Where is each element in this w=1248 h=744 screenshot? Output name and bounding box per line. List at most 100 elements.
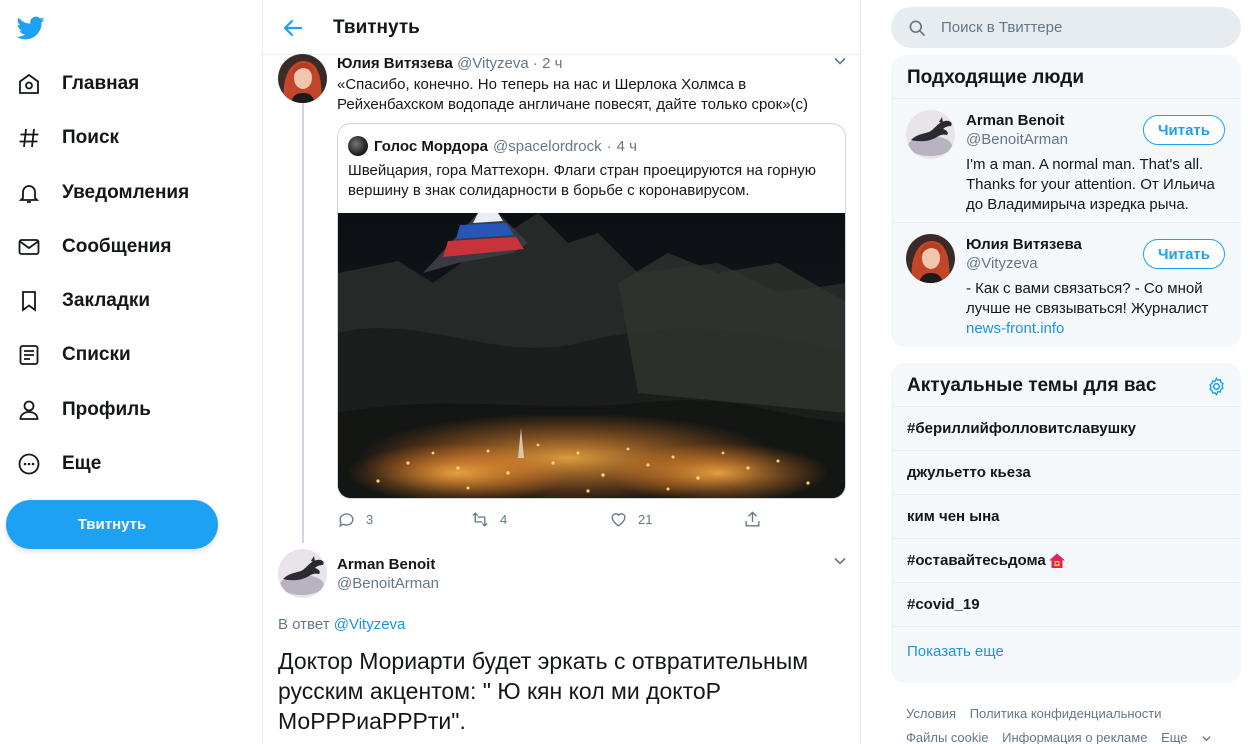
who-to-follow-panel: Подходящие люди Arman Benoit @BenoitArma… (891, 55, 1241, 347)
quoted-author-name: Голос Мордора (374, 137, 488, 155)
user-suggestion[interactable]: Юлия Витязева @Vityzeva Читать - Как с в… (891, 223, 1241, 347)
avatar[interactable] (906, 110, 955, 159)
user-bio: - Как с вами связаться? - Со мной лучше … (966, 279, 1231, 339)
quoted-tweet[interactable]: Голос Мордора @spacelordrock · 4 ч Швейц… (337, 123, 846, 499)
nav-label: Сообщения (62, 236, 172, 257)
retweet-count: 4 (500, 512, 508, 527)
nav-label: Закладки (62, 290, 151, 311)
user-handle[interactable]: @BenoitArman (966, 131, 1068, 148)
nav-label: Уведомления (62, 182, 190, 203)
user-name[interactable]: Arman Benoit (966, 112, 1064, 129)
reply-prefix: В ответ (278, 616, 330, 633)
tweet-actions: 3 4 21 (337, 510, 767, 532)
footer-more-label: Еще (1161, 730, 1188, 744)
reply-icon (339, 513, 354, 528)
focused-tweet-text: Доктор Мориарти будет эркать с отвратите… (278, 648, 809, 734)
reply-to-link[interactable]: @Vityzeva (334, 616, 406, 633)
show-more-link[interactable]: Показать еще (891, 627, 1241, 677)
follow-button[interactable]: Читать (1143, 239, 1225, 269)
footer-link-more[interactable]: Еще (1161, 730, 1211, 744)
back-arrow-icon[interactable] (281, 16, 305, 40)
nav-item-messages[interactable]: Сообщения (16, 227, 172, 267)
main-column: Твитнуть Юлия Витязева @Vityzeva · 2 ч «… (262, 0, 861, 744)
trend-item[interactable]: #оставайтесьдома (891, 539, 1241, 583)
quoted-time: 4 ч (616, 137, 637, 155)
list-icon (16, 342, 42, 368)
follow-button[interactable]: Читать (1143, 115, 1225, 145)
nav-item-home[interactable]: Главная (16, 64, 139, 104)
reply-button[interactable]: 3 (337, 510, 373, 529)
matterhorn-night-photo[interactable] (338, 213, 845, 498)
avatar[interactable] (906, 234, 955, 283)
footer-links: Условия Политика конфиденциальности Файл… (906, 702, 1236, 744)
retweet-button[interactable]: 4 (470, 510, 507, 529)
envelope-icon (16, 234, 42, 260)
reply-context: В ответ @Vityzeva (278, 616, 405, 633)
bookmark-icon (16, 288, 42, 314)
author-name[interactable]: Юлия Витязева (337, 55, 453, 72)
chevron-down-icon[interactable] (832, 553, 848, 569)
left-navigation: Главная Поиск Уведомления Сообщения Закл… (0, 0, 262, 744)
settings-gear-icon[interactable] (1206, 376, 1227, 397)
separator-dot: · (606, 137, 612, 155)
nav-item-bookmarks[interactable]: Закладки (16, 281, 150, 321)
share-button[interactable] (743, 510, 762, 529)
hashtag-icon (16, 125, 42, 151)
panel-title: Подходящие люди (891, 55, 1241, 99)
search-icon (909, 20, 926, 36)
author-handle[interactable]: @Vityzeva (457, 55, 529, 72)
share-icon (745, 511, 760, 527)
chevron-down-icon (1201, 736, 1211, 742)
user-bio: I'm a man. A normal man. That's all. Tha… (966, 156, 1215, 213)
nav-label: Поиск (62, 127, 120, 148)
thread-connector (302, 103, 304, 543)
user-handle[interactable]: @Vityzeva (966, 255, 1038, 272)
tweet-text: «Спасибо, конечно. Но теперь на нас и Ше… (337, 76, 809, 113)
panel-title: Актуальные темы для вас (891, 363, 1241, 407)
trend-item[interactable]: #covid_19 (891, 583, 1241, 627)
tweet-button[interactable]: Твитнуть (6, 500, 218, 549)
tweet-author-line: Юлия Витязева @Vityzeva · 2 ч (337, 55, 562, 72)
search-box[interactable] (891, 7, 1241, 48)
nav-label: Списки (62, 344, 131, 365)
quoted-text: Швейцария, гора Маттехорн. Флаги стран п… (348, 162, 816, 199)
tweet-time[interactable]: 2 ч (542, 55, 562, 72)
search-input[interactable] (941, 19, 1211, 36)
trend-item[interactable]: ким чен ына (891, 495, 1241, 539)
home-icon (16, 71, 42, 97)
quoted-author-handle: @spacelordrock (493, 137, 602, 155)
footer-link-terms[interactable]: Условия (906, 706, 956, 721)
quoted-author-line: Голос Мордора @spacelordrock · 4 ч (348, 136, 637, 156)
user-bio-text: - Как с вами связаться? - Со мной лучше … (966, 280, 1209, 317)
nav-item-notifications[interactable]: Уведомления (16, 173, 189, 213)
bell-icon (16, 180, 42, 206)
house-emoji-icon (1048, 553, 1065, 568)
like-button[interactable]: 21 (609, 510, 652, 529)
user-name[interactable]: Юлия Витязева (966, 236, 1082, 253)
more-circle-icon (16, 451, 42, 477)
separator-dot: · (532, 55, 538, 72)
heart-icon (611, 513, 626, 527)
user-suggestion[interactable]: Arman Benoit @BenoitArman Читать I'm a m… (891, 99, 1241, 223)
footer-link-cookies[interactable]: Файлы cookie (906, 730, 989, 744)
avatar[interactable] (278, 549, 327, 598)
nav-item-explore[interactable]: Поиск (16, 118, 119, 158)
twitter-logo-icon[interactable] (16, 14, 46, 42)
reply-count: 3 (366, 512, 374, 527)
nav-label: Главная (62, 73, 140, 94)
chevron-down-icon[interactable] (832, 53, 848, 69)
footer-link-ads-info[interactable]: Информация о рекламе (1002, 730, 1147, 744)
footer-link-privacy[interactable]: Политика конфиденциальности (970, 706, 1162, 721)
nav-item-profile[interactable]: Профиль (16, 390, 151, 430)
nav-item-lists[interactable]: Списки (16, 335, 131, 375)
trend-item[interactable]: #бериллийфолловитславушку (891, 407, 1241, 451)
nav-label: Профиль (62, 399, 151, 420)
avatar[interactable] (278, 54, 327, 103)
page-title: Твитнуть (333, 17, 420, 38)
nav-item-more[interactable]: Еще (16, 444, 101, 484)
author-handle[interactable]: @BenoitArman (337, 575, 439, 592)
author-name[interactable]: Arman Benoit (337, 556, 435, 573)
trend-item[interactable]: джульетто кьеза (891, 451, 1241, 495)
trends-title: Актуальные темы для вас (907, 375, 1157, 396)
user-bio-link[interactable]: news-front.info (966, 320, 1064, 337)
